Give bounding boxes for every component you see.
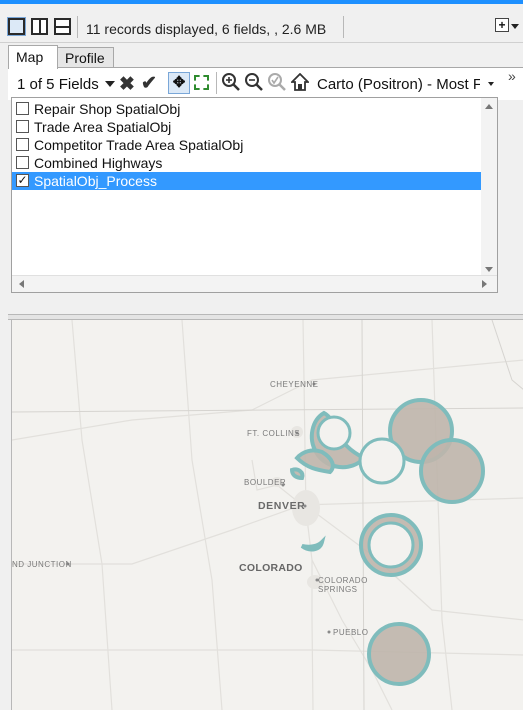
layer-checkbox[interactable] [16, 156, 29, 169]
map-toolbar: 1 of 5 Fields ✖ ✔ ✥ Carto (Positron) - M… [8, 67, 523, 100]
toolbar-divider [216, 72, 217, 94]
state-label-colorado: COLORADO [239, 562, 303, 574]
layer-label: SpatialObj_Process [34, 173, 157, 189]
clear-selection-icon[interactable]: ✖ [119, 73, 135, 96]
chevron-down-icon[interactable] [488, 82, 494, 86]
layer-label: Competitor Trade Area SpatialObj [34, 137, 244, 153]
map-canvas[interactable]: CHEYENNE FT. COLLINS BOULDER DENVER ND J… [11, 320, 523, 710]
pan-move-icon[interactable]: ✥ [168, 72, 190, 94]
layer-list: Repair Shop SpatialObj Trade Area Spatia… [11, 97, 498, 293]
chevron-down-icon[interactable] [105, 81, 115, 87]
city-label-denver: DENVER [258, 500, 306, 512]
city-label-colorado-springs: COLORADO SPRINGS [318, 576, 368, 594]
layer-label: Repair Shop SpatialObj [34, 101, 181, 117]
add-panel-dropdown-icon[interactable]: + [495, 18, 519, 35]
city-label-boulder: BOULDER [244, 478, 287, 487]
zoom-out-icon[interactable] [245, 73, 263, 94]
city-label-fort-collins: FT. COLLINS [247, 429, 301, 438]
roads [12, 320, 523, 710]
list-item[interactable]: Combined Highways [12, 154, 497, 172]
split-horizontal-icon[interactable] [54, 18, 71, 35]
records-status: 11 records displayed, 6 fields, , 2.6 MB [86, 21, 327, 37]
layer-checkbox[interactable] [16, 102, 29, 115]
apply-check-icon[interactable]: ✔ [141, 72, 157, 95]
city-label-cheyenne: CHEYENNE [270, 380, 319, 389]
list-item[interactable]: Trade Area SpatialObj [12, 118, 497, 136]
zoom-in-icon[interactable] [222, 73, 240, 94]
layer-label: Trade Area SpatialObj [34, 119, 172, 135]
city-label-pueblo: PUEBLO [333, 628, 369, 637]
tab-profile[interactable]: Profile [57, 47, 114, 67]
toolbar-overflow-icon[interactable]: » [508, 68, 516, 84]
tab-map[interactable]: Map [8, 45, 58, 69]
layer-checkbox[interactable] [16, 138, 29, 151]
basemap-dropdown[interactable]: Carto (Positron) - Most F [317, 76, 480, 93]
list-item[interactable]: Competitor Trade Area SpatialObj [12, 136, 497, 154]
marquee-select-icon[interactable] [194, 75, 209, 90]
map-graphics [12, 320, 523, 710]
results-toolbar: 11 records displayed, 6 fields, , 2.6 MB… [0, 4, 523, 43]
vertical-scrollbar[interactable] [481, 98, 497, 276]
list-item[interactable]: Repair Shop SpatialObj [12, 100, 497, 118]
state-borders [12, 320, 523, 710]
zoom-to-selection-icon [268, 73, 286, 94]
layer-checkbox[interactable] [16, 120, 29, 133]
city-label-grand-junction: ND JUNCTION [12, 560, 72, 569]
single-panel-icon[interactable] [7, 17, 26, 36]
toolbar-divider [77, 16, 78, 38]
toolbar-divider [343, 16, 344, 38]
split-vertical-icon[interactable] [31, 18, 48, 35]
list-item[interactable]: ✓ SpatialObj_Process [12, 172, 481, 190]
horizontal-scrollbar[interactable] [12, 275, 497, 292]
layer-label: Combined Highways [34, 155, 163, 171]
layer-checkbox[interactable]: ✓ [16, 174, 29, 187]
home-extent-icon[interactable] [289, 72, 311, 94]
fields-dropdown[interactable]: 1 of 5 Fields [17, 76, 99, 93]
